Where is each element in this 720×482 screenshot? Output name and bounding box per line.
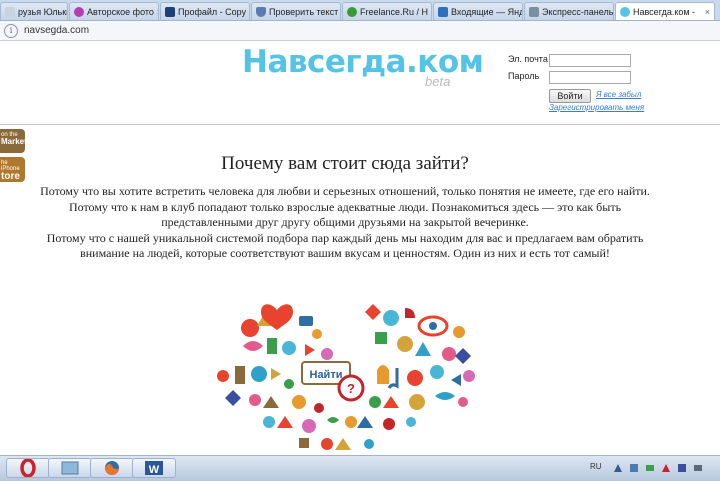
close-icon[interactable]: × [246,7,249,17]
intro-paragraph: Потому что с нашей уникальной системой п… [46,230,644,261]
tab-friends[interactable]: рузья Юльки М [0,2,68,20]
tab-inbox[interactable]: Входящие — Янд × [433,2,523,20]
shield-icon [256,6,266,17]
close-icon[interactable]: × [702,7,710,17]
site-icon [620,6,630,17]
firefox-icon [105,461,119,475]
email-label: Эл. почта [508,54,548,64]
intro-text: Потому что вы хотите встретить человека … [40,184,650,262]
beta-label: beta [425,74,451,89]
find-sign: Найти ? [301,361,365,402]
language-indicator[interactable]: RU [590,462,602,471]
window-button[interactable] [48,458,92,478]
tab-author-photo[interactable]: Авторское фото × [69,2,159,20]
badge-title: Market [1,137,27,146]
intro-paragraph: Потому что к нам в клуб попадают только … [68,199,622,230]
tab-freelance[interactable]: Freelance.Ru / Н × [342,2,432,20]
tab-strip: рузья Юльки М Авторское фото × Профайл -… [0,0,720,21]
address-url[interactable]: navsegda.com [24,25,89,36]
login-button[interactable]: Войти [549,89,591,103]
opera-button[interactable] [6,458,50,478]
tab-label: Входящие — Янд [451,6,523,17]
tab-label: Проверить текст [269,6,339,17]
tab-profile[interactable]: Профайл - Сору × [160,2,250,20]
register-link[interactable]: Зарегистрировать меня [549,103,644,112]
password-label: Пароль [508,71,540,81]
info-icon[interactable]: i [4,23,18,38]
svg-text:W: W [149,464,160,476]
tab-label: рузья Юльки М [18,6,67,17]
heart-left-lobe [241,304,333,360]
opera-icon [20,458,36,478]
mail-icon [438,6,448,17]
password-field[interactable] [549,71,631,84]
firefox-button[interactable] [90,458,134,478]
page-title: Почему вам стоит сюда зайти? [221,153,469,174]
find-sign-label: Найти [310,369,343,381]
tab-label: Навсегда.ком - [633,6,696,17]
tab-label: Экспресс-панель [542,6,614,17]
taskbar: W RU [0,455,720,481]
close-icon[interactable]: × [338,7,340,17]
forgot-password-link[interactable]: Я все забыл [596,90,641,99]
system-tray-icons[interactable] [610,462,710,474]
window-icon [61,461,79,475]
close-icon[interactable]: × [154,7,158,17]
contact-icon [5,6,15,17]
word-button[interactable]: W [132,458,176,478]
tab-speed-dial[interactable]: Экспресс-панель × [524,2,614,20]
word-icon: W [145,461,163,476]
freelance-icon [347,6,357,17]
tab-label: Freelance.Ru / Н [360,6,429,17]
photo-site-icon [74,6,84,17]
tab-check-text[interactable]: Проверить текст × [251,2,341,20]
heart-right-lobe [365,304,471,364]
android-market-badge[interactable]: on the Market [0,129,27,153]
heart-point [263,416,416,450]
intro-paragraph: Потому что вы хотите встретить человека … [40,184,650,198]
header-divider [0,124,720,125]
tab-label: Авторское фото [87,6,154,17]
email-field[interactable] [549,54,631,67]
question-mark-icon: ? [347,381,355,396]
address-bar[interactable]: i navsegda.com [0,21,720,41]
close-icon[interactable]: × [428,7,431,17]
tab-navsegda[interactable]: Навсегда.ком - × [615,2,715,20]
profile-site-icon [165,6,175,17]
close-icon[interactable]: × [613,7,614,17]
grid-icon [529,6,539,17]
tab-label: Профайл - Сору [178,6,247,17]
heart-icon-collage: Найти ? [217,304,475,450]
